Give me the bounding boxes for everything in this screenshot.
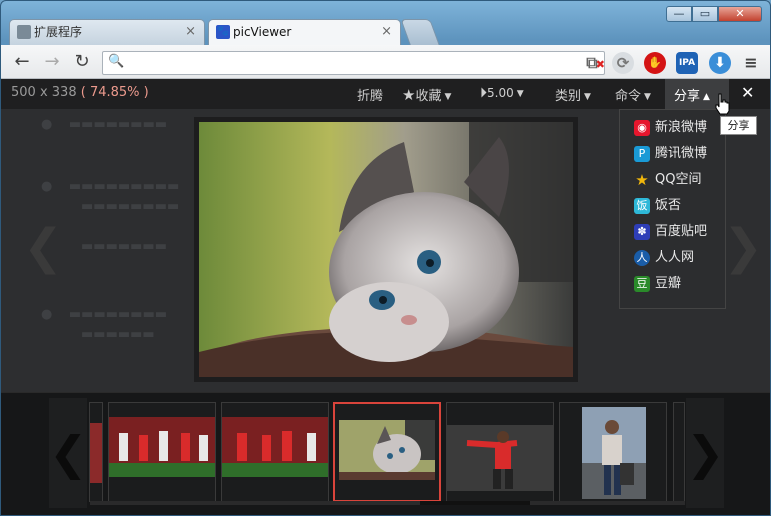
share-item-fanfou[interactable]: 饭饭否 bbox=[634, 196, 681, 216]
share-item-label: 人人网 bbox=[655, 250, 695, 265]
thumbnail-football-1[interactable] bbox=[108, 402, 216, 502]
slideshow-button[interactable]: ⏵5.00 ▼ bbox=[480, 85, 524, 101]
address-bar[interactable]: 🔍 bbox=[102, 51, 605, 75]
next-image-arrow[interactable]: ❯ bbox=[723, 219, 763, 275]
blocked-plugin-icon[interactable]: ⧉ ✖ bbox=[581, 52, 605, 74]
fold-button[interactable]: 折腾 bbox=[357, 85, 383, 104]
douban-icon: 豆 bbox=[634, 276, 650, 292]
ipa-extension-icon[interactable]: IPA bbox=[676, 52, 698, 74]
share-item-qzone[interactable]: ★ QQ空间 bbox=[634, 170, 701, 190]
favorite-button[interactable]: ★收藏 ▼ bbox=[402, 85, 451, 104]
thumbnail-man-street[interactable] bbox=[559, 402, 667, 502]
thumbnails-next-button[interactable]: ❯ bbox=[686, 398, 725, 508]
thumbnail-football-2[interactable] bbox=[221, 402, 329, 502]
reload-button[interactable]: ↻ bbox=[71, 51, 93, 73]
new-tab-button[interactable] bbox=[400, 19, 440, 45]
browser-window: — ▭ ✕ 扩展程序 × 🐾 picViewer × ← → ↻ 🔍 ⧉ ✖ ⟳ … bbox=[0, 0, 771, 516]
qzone-star-icon: ★ bbox=[635, 171, 649, 189]
close-window-button[interactable]: ✕ bbox=[718, 6, 762, 22]
share-label: 分享 bbox=[674, 89, 701, 104]
share-item-label: 腾讯微博 bbox=[655, 146, 708, 161]
tab-extensions[interactable]: 扩展程序 × bbox=[9, 19, 205, 45]
dropdown-arrow-icon: ▼ bbox=[516, 89, 524, 99]
tab-label: 扩展程序 bbox=[34, 25, 83, 39]
maximize-button[interactable]: ▭ bbox=[692, 6, 718, 22]
adblock-stop-icon[interactable]: ✋ bbox=[644, 52, 666, 74]
favorite-label: 收藏 bbox=[415, 89, 442, 104]
share-item-baidu-tieba[interactable]: ✽ 百度贴吧 bbox=[634, 222, 707, 242]
image-size: 500 x 338 bbox=[11, 85, 77, 100]
main-image[interactable] bbox=[199, 122, 573, 377]
share-item-label: 百度贴吧 bbox=[655, 224, 708, 239]
share-item-label: 新浪微博 bbox=[655, 120, 708, 135]
thumbnail-partial[interactable] bbox=[89, 402, 103, 502]
chrome-menu-icon[interactable]: ≡ bbox=[740, 52, 762, 74]
thumbnail-scrollbar[interactable] bbox=[90, 501, 685, 505]
command-label: 命令 bbox=[615, 89, 642, 104]
tencent-weibo-icon: P bbox=[634, 146, 650, 162]
tab-label: picViewer bbox=[233, 25, 292, 39]
main-image-frame bbox=[194, 117, 578, 382]
back-button[interactable]: ← bbox=[11, 51, 33, 73]
tab-close-icon[interactable]: × bbox=[185, 20, 196, 44]
dropdown-arrow-icon: ▼ bbox=[444, 92, 452, 102]
image-dimensions: 500 x 338 ( 74.85% ) bbox=[11, 85, 149, 100]
address-input[interactable] bbox=[127, 54, 577, 72]
picviewer-overlay: ● ▬▬▬▬▬▬▬▬ ● ▬▬▬▬▬▬▬▬▬ ▬▬▬▬▬▬▬▬ ▬▬▬▬▬▬▬ … bbox=[1, 79, 770, 515]
baidu-paw-icon: ✽ bbox=[634, 224, 650, 240]
tab-close-icon[interactable]: × bbox=[381, 20, 392, 44]
dropdown-arrow-icon: ▼ bbox=[644, 92, 651, 102]
dropdown-up-arrow-icon: ▲ bbox=[703, 92, 710, 102]
previous-image-arrow[interactable]: ❮ bbox=[23, 219, 63, 275]
share-item-renren[interactable]: 人人人网 bbox=[634, 248, 694, 268]
minimize-button[interactable]: — bbox=[666, 6, 692, 22]
share-dropdown-menu: ◉ 新浪微博 P 腾讯微博 ★ QQ空间 饭饭否 ✽ 百度贴吧 人人人网 豆豆瓣 bbox=[619, 109, 726, 309]
browser-toolbar: ← → ↻ 🔍 ⧉ ✖ ⟳ ✋ IPA ⬇ ≡ bbox=[1, 45, 770, 79]
thumbnail-strip: ❮ ❯ bbox=[1, 392, 770, 515]
share-item-label: 饭否 bbox=[655, 198, 682, 213]
share-item-sina-weibo[interactable]: ◉ 新浪微博 bbox=[634, 118, 707, 138]
paw-icon: 🐾 bbox=[216, 25, 230, 39]
close-viewer-button[interactable]: ✕ bbox=[741, 83, 754, 102]
fanfou-icon: 饭 bbox=[634, 198, 650, 214]
thumbnails-prev-button[interactable]: ❮ bbox=[49, 398, 88, 508]
tab-picviewer[interactable]: 🐾 picViewer × bbox=[208, 19, 401, 46]
command-button[interactable]: 命令 ▼ bbox=[615, 85, 651, 104]
share-item-tencent-weibo[interactable]: P 腾讯微博 bbox=[634, 144, 707, 164]
share-item-douban[interactable]: 豆豆瓣 bbox=[634, 274, 681, 294]
puzzle-icon bbox=[17, 25, 31, 39]
play-icon: ⏵ bbox=[480, 85, 487, 101]
search-icon: 🔍 bbox=[108, 54, 125, 69]
thumbnail-partial[interactable] bbox=[673, 402, 685, 502]
share-tooltip: 分享 bbox=[720, 116, 757, 135]
dropdown-arrow-icon: ▼ bbox=[584, 92, 591, 102]
renren-icon: 人 bbox=[634, 250, 650, 266]
star-icon: ★ bbox=[402, 86, 416, 104]
slideshow-speed: 5.00 bbox=[487, 86, 514, 100]
category-label: 类别 bbox=[555, 89, 582, 104]
category-button[interactable]: 类别 ▼ bbox=[555, 85, 591, 104]
download-extension-icon[interactable]: ⬇ bbox=[709, 52, 731, 74]
zoom-percent: ( 74.85% ) bbox=[80, 85, 149, 100]
weibo-icon: ◉ bbox=[634, 120, 650, 136]
share-item-label: QQ空间 bbox=[655, 172, 702, 187]
forward-button[interactable]: → bbox=[41, 51, 63, 73]
share-item-label: 豆瓣 bbox=[655, 276, 682, 291]
thumbnail-football-player[interactable] bbox=[446, 402, 554, 502]
viewer-toolbar: 500 x 338 ( 74.85% ) 折腾 ★收藏 ▼ ⏵5.00 ▼ 类别 ▼ … bbox=[1, 79, 770, 109]
scrollbar-thumb[interactable] bbox=[420, 501, 530, 505]
hand-cursor-icon bbox=[715, 93, 730, 115]
refresh-extension-icon[interactable]: ⟳ bbox=[612, 52, 634, 74]
thumbnail-cat-active[interactable] bbox=[333, 402, 441, 502]
